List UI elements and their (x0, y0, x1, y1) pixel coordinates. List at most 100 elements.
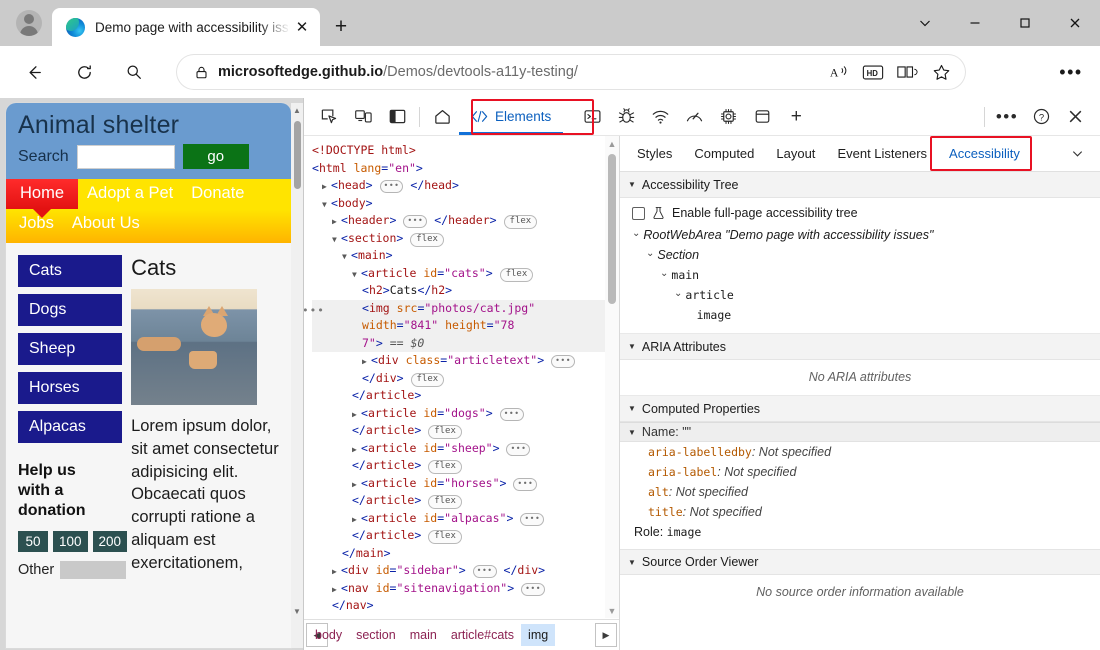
tab-layout[interactable]: Layout (765, 136, 826, 172)
dom-tree[interactable]: <!DOCTYPE html><html lang="en">▶<head> •… (304, 136, 605, 618)
immersive-reader-icon[interactable] (890, 57, 924, 87)
favorite-star-icon[interactable] (924, 57, 958, 87)
dom-tree-line[interactable]: ▶<header> ••• </header> flex (312, 212, 605, 230)
donation-amount-50[interactable]: 50 (18, 531, 48, 552)
go-button[interactable]: go (183, 144, 249, 169)
enable-fullpage-tree-checkbox[interactable] (632, 207, 645, 220)
search-icon[interactable] (118, 56, 150, 88)
a11y-tree-node[interactable]: ⌄Section (628, 246, 1092, 266)
dock-side-icon[interactable] (380, 102, 414, 132)
dom-tree-line[interactable]: ▼<body> (312, 195, 605, 213)
nav-item-about[interactable]: About Us (63, 209, 149, 239)
minimize-button[interactable] (950, 0, 1000, 46)
devtools-more-button[interactable]: ••• (990, 102, 1024, 132)
a11y-tree-node[interactable]: ⌄main (628, 266, 1092, 286)
category-sheep[interactable]: Sheep (18, 333, 122, 365)
dom-tree-line[interactable]: </nav> (312, 597, 605, 615)
breadcrumb-item[interactable]: body (308, 624, 349, 646)
category-horses[interactable]: Horses (18, 372, 122, 404)
dom-scroll-up-arrow[interactable]: ▲ (605, 136, 619, 151)
chevron-down-icon[interactable]: ⌄ (674, 288, 682, 299)
breadcrumb-item[interactable]: img (521, 624, 555, 646)
dom-tree-line[interactable]: <html lang="en"> (312, 160, 605, 178)
page-scrollbar[interactable]: ▲ ▼ (291, 103, 303, 648)
breadcrumb-item[interactable]: section (349, 624, 403, 646)
reload-button[interactable] (68, 56, 100, 88)
hd-badge-icon[interactable]: HD (856, 57, 890, 87)
profile-button[interactable] (8, 6, 50, 40)
new-tab-button[interactable]: + (326, 12, 356, 42)
tab-event-listeners[interactable]: Event Listeners (826, 136, 938, 172)
maximize-button[interactable] (1000, 0, 1050, 46)
dom-tree-line[interactable]: </article> flex (312, 422, 605, 440)
console-icon[interactable] (575, 102, 609, 132)
dom-tree-line[interactable]: width="841" height="78 (312, 317, 605, 335)
close-tab-icon[interactable]: ✕ (290, 15, 314, 39)
memory-icon[interactable] (711, 102, 745, 132)
a11y-tree-node[interactable]: ⌄RootWebArea "Demo page with accessibili… (628, 226, 1092, 246)
name-property-header[interactable]: ▼ Name: "" (620, 422, 1100, 442)
tab-elements[interactable]: Elements (459, 99, 563, 135)
browser-settings-button[interactable]: ••• (1056, 60, 1086, 84)
breadcrumb-scroll-right[interactable]: ▶ (595, 623, 617, 647)
dom-tree-line[interactable]: ▼<article id="cats"> flex (312, 265, 605, 283)
category-cats[interactable]: Cats (18, 255, 122, 287)
dom-tree-line[interactable]: ▶<article id="sheep"> ••• (312, 440, 605, 458)
donation-other-input[interactable] (60, 561, 126, 579)
dom-tree-line[interactable]: ▶<head> ••• </head> (312, 177, 605, 195)
browser-tab[interactable]: Demo page with accessibility issu ✕ (52, 8, 320, 46)
close-window-button[interactable] (1050, 0, 1100, 46)
devtools-help-icon[interactable]: ? (1024, 102, 1058, 132)
dom-tree-line[interactable]: </article> (312, 387, 605, 405)
devtools-close-button[interactable] (1058, 102, 1092, 132)
nav-item-adopt[interactable]: Adopt a Pet (78, 179, 182, 209)
tab-accessibility[interactable]: Accessibility (938, 136, 1031, 172)
dom-scrollbar[interactable]: ▲ ▼ (605, 136, 619, 618)
source-order-section-header[interactable]: ▼ Source Order Viewer (620, 549, 1100, 575)
dom-tree-line[interactable]: </article> flex (312, 492, 605, 510)
donation-amount-100[interactable]: 100 (53, 531, 88, 552)
chevron-down-icon[interactable]: ⌄ (646, 248, 654, 259)
tab-actions-chevron-icon[interactable] (900, 0, 950, 46)
back-button[interactable] (18, 56, 50, 88)
performance-icon[interactable] (677, 102, 711, 132)
sources-debug-icon[interactable] (609, 102, 643, 132)
dom-tree-line[interactable]: ▶<div class="articletext"> ••• (312, 352, 605, 370)
dom-tree-line[interactable]: ▶<div id="sidebar"> ••• </div> (312, 562, 605, 580)
dom-scroll-thumb[interactable] (608, 154, 616, 304)
tab-computed[interactable]: Computed (683, 136, 765, 172)
read-aloud-icon[interactable]: A (822, 57, 856, 87)
enable-fullpage-tree-row[interactable]: Enable full-page accessibility tree (628, 204, 1092, 226)
dom-tree-line[interactable]: </div> flex (312, 370, 605, 388)
address-bar[interactable]: microsoftedge.github.io/Demos/devtools-a… (176, 54, 966, 90)
dom-tree-line[interactable]: </article> flex (312, 527, 605, 545)
page-scroll-thumb[interactable] (294, 121, 301, 189)
site-search-input[interactable] (77, 145, 175, 169)
chevron-down-icon[interactable] (1055, 147, 1100, 160)
chevron-down-icon[interactable]: ⌄ (632, 228, 640, 239)
breadcrumb-item[interactable]: article#cats (444, 624, 521, 646)
a11y-tree-node[interactable]: ⌄article (628, 286, 1092, 306)
dom-tree-line[interactable]: <h2>Cats</h2> (312, 282, 605, 300)
dom-tree-line[interactable]: ▶<article id="horses"> ••• (312, 475, 605, 493)
dom-tree-line[interactable]: ▼<section> flex (312, 230, 605, 248)
tab-styles[interactable]: Styles (626, 136, 683, 172)
nav-item-home[interactable]: Home (6, 179, 78, 209)
a11y-tree-node[interactable]: image (628, 306, 1092, 326)
add-panel-button[interactable]: + (779, 102, 813, 132)
dom-tree-line[interactable]: 7"> == $0 (312, 335, 605, 353)
dom-tree-line[interactable]: <!DOCTYPE html> (312, 142, 605, 160)
device-emulation-icon[interactable] (346, 102, 380, 132)
dom-scroll-down-arrow[interactable]: ▼ (605, 603, 619, 618)
dom-tree-line[interactable]: ▶<article id="alpacas"> ••• (312, 510, 605, 528)
welcome-home-icon[interactable] (425, 102, 459, 132)
inspect-element-icon[interactable] (312, 102, 346, 132)
application-icon[interactable] (745, 102, 779, 132)
network-icon[interactable] (643, 102, 677, 132)
category-dogs[interactable]: Dogs (18, 294, 122, 326)
computed-properties-section-header[interactable]: ▼ Computed Properties (620, 396, 1100, 422)
breadcrumb-item[interactable]: main (403, 624, 444, 646)
accessibility-tree-section-header[interactable]: ▼ Accessibility Tree (620, 172, 1100, 198)
aria-attributes-section-header[interactable]: ▼ ARIA Attributes (620, 334, 1100, 360)
nav-item-donate[interactable]: Donate (182, 179, 253, 209)
